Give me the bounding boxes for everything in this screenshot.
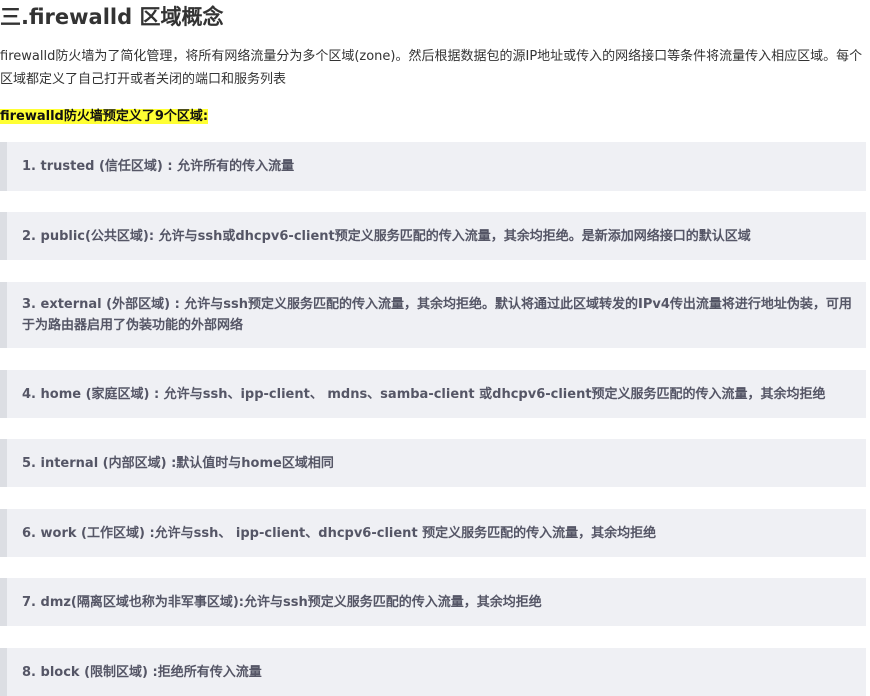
zone-blockquote-trusted: 1. trusted (信任区域) : 允许所有的传入流量: [0, 142, 866, 191]
zone-description: 3. external (外部区域) : 允许与ssh预定义服务匹配的传入流量，…: [22, 297, 852, 333]
zone-description: 1. trusted (信任区域) : 允许所有的传入流量: [22, 159, 295, 174]
intro-paragraph: firewalld防火墙为了简化管理，将所有网络流量分为多个区域(zone)。然…: [0, 49, 863, 87]
zone-description: 2. public(公共区域): 允许与ssh或dhcpv6-client预定义…: [22, 228, 751, 244]
zone-description: 4. home (家庭区域) : 允许与ssh、ipp-client、 mdns…: [22, 386, 826, 402]
zone-description: 8. block (限制区域) :拒绝所有传入流量: [22, 664, 262, 680]
zone-description: 7. dmz(隔离区域也称为非军事区域):允许与ssh预定义服务匹配的传入流量，…: [22, 594, 542, 610]
zone-blockquote-external: 3. external (外部区域) : 允许与ssh预定义服务匹配的传入流量，…: [0, 282, 866, 348]
zone-blockquote-block: 8. block (限制区域) :拒绝所有传入流量: [0, 648, 866, 696]
zone-description: 5. internal (内部区域) :默认值时与home区域相同: [22, 455, 334, 471]
highlighted-summary: firewalld防火墙预定义了9个区域:: [0, 107, 209, 127]
highlighted-summary-text: firewalld防火墙预定义了9个区域:: [0, 109, 209, 124]
zone-blockquote-home: 4. home (家庭区域) : 允许与ssh、ipp-client、 mdns…: [0, 370, 866, 418]
zone-blockquote-internal: 5. internal (内部区域) :默认值时与home区域相同: [0, 439, 866, 487]
section-heading: 三.firewalld 区域概念: [0, 5, 224, 29]
zone-blockquote-work: 6. work (工作区域) :允许与ssh、 ipp-client、dhcpv…: [0, 509, 866, 557]
zone-blockquote-dmz: 7. dmz(隔离区域也称为非军事区域):允许与ssh预定义服务匹配的传入流量，…: [0, 578, 866, 626]
zone-blockquote-public: 2. public(公共区域): 允许与ssh或dhcpv6-client预定义…: [0, 212, 866, 260]
zone-description: 6. work (工作区域) :允许与ssh、 ipp-client、dhcpv…: [22, 525, 657, 541]
